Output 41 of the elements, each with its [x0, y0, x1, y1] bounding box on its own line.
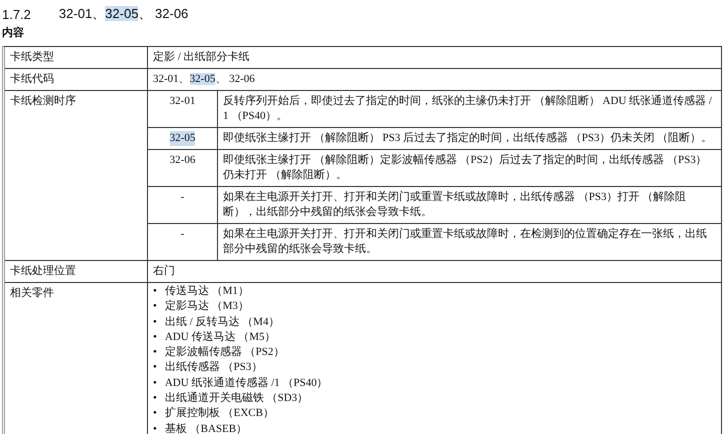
- table-cell: 定影 / 出纸部分卡纸: [153, 51, 250, 63]
- error-codes: 32-01、32-05、 32-06: [58, 6, 188, 21]
- part-name: 传送马达 （M1）: [164, 284, 249, 299]
- part-name: 定影马达 （M3）: [164, 299, 249, 314]
- error-code: 32-01: [170, 94, 196, 109]
- description: 如果在主电源开关打开、打开和关闭门或重置卡纸或故障时，出纸传感器 （PS3）打开 （解除阻断），出纸部分中残留的纸张会导致卡纸。: [223, 191, 686, 218]
- error-code: -: [180, 227, 184, 242]
- description: 即使纸张主缘打开 （解除阻断） PS3 后过去了指定的时间，出纸传感器 （PS3）仍未关闭 （阻断）。: [223, 132, 712, 144]
- section-number: 1.7.2: [2, 6, 31, 22]
- row-header: 相关零件: [10, 287, 54, 299]
- error-code: 32-05: [170, 131, 196, 146]
- table-cell: 右门: [153, 265, 175, 277]
- error-codes: 32-01、32-05、 32-06: [153, 73, 255, 85]
- bullet: •: [153, 376, 157, 391]
- part-name: ADU 传送马达 （M5）: [164, 330, 276, 345]
- bullet: •: [153, 422, 157, 434]
- bullet: •: [153, 391, 157, 406]
- part-name: 出纸 / 反转马达 （M4）: [164, 314, 280, 330]
- row-header: 卡纸检测时序: [10, 95, 76, 107]
- row-header: 卡纸代码: [10, 73, 54, 85]
- bullet: •: [153, 314, 157, 330]
- description: 如果在主电源开关打开、打开和关闭门或重置卡纸或故障时，在检测到的位置确定存在一张纸，出纸部分中残留的纸张会导致卡纸。: [223, 228, 707, 255]
- description: 反转序列开始后，即使过去了指定的时间，纸张的主缘仍未打开 （解除阻断） ADU 纸张通道传感器 / 1 （PS40）。: [223, 95, 712, 122]
- bullet: •: [153, 284, 157, 299]
- part-name: ADU 纸张通道传感器 /1 （PS40）: [164, 376, 328, 391]
- part-name: 基板 （BASEB）: [164, 422, 248, 434]
- description: 即使纸张主缘打开 （解除阻断）定影波幅传感器 （PS2）后过去了指定的时间，出纸传感器 （PS3）仍未打开 （解除阻断）。: [223, 154, 707, 181]
- error-code: -: [180, 190, 184, 205]
- row-header: 卡纸处理位置: [10, 265, 76, 277]
- bullet: •: [153, 330, 157, 345]
- error-code: 32-06: [170, 153, 196, 168]
- part-name: 出纸传感器 （PS3）: [164, 360, 262, 376]
- part-name: 定影波幅传感器 （PS2）: [164, 345, 284, 360]
- part-name: 扩展控制板 （EXCB）: [164, 406, 274, 422]
- part-name: 出纸通道开关电磁铁 （SD3）: [164, 391, 308, 406]
- bullet: •: [153, 345, 157, 360]
- bullet: •: [153, 299, 157, 314]
- bullet: •: [153, 406, 157, 422]
- row-header: 卡纸类型: [10, 51, 54, 63]
- bullet: •: [153, 360, 157, 376]
- section-label: 内容: [2, 26, 25, 40]
